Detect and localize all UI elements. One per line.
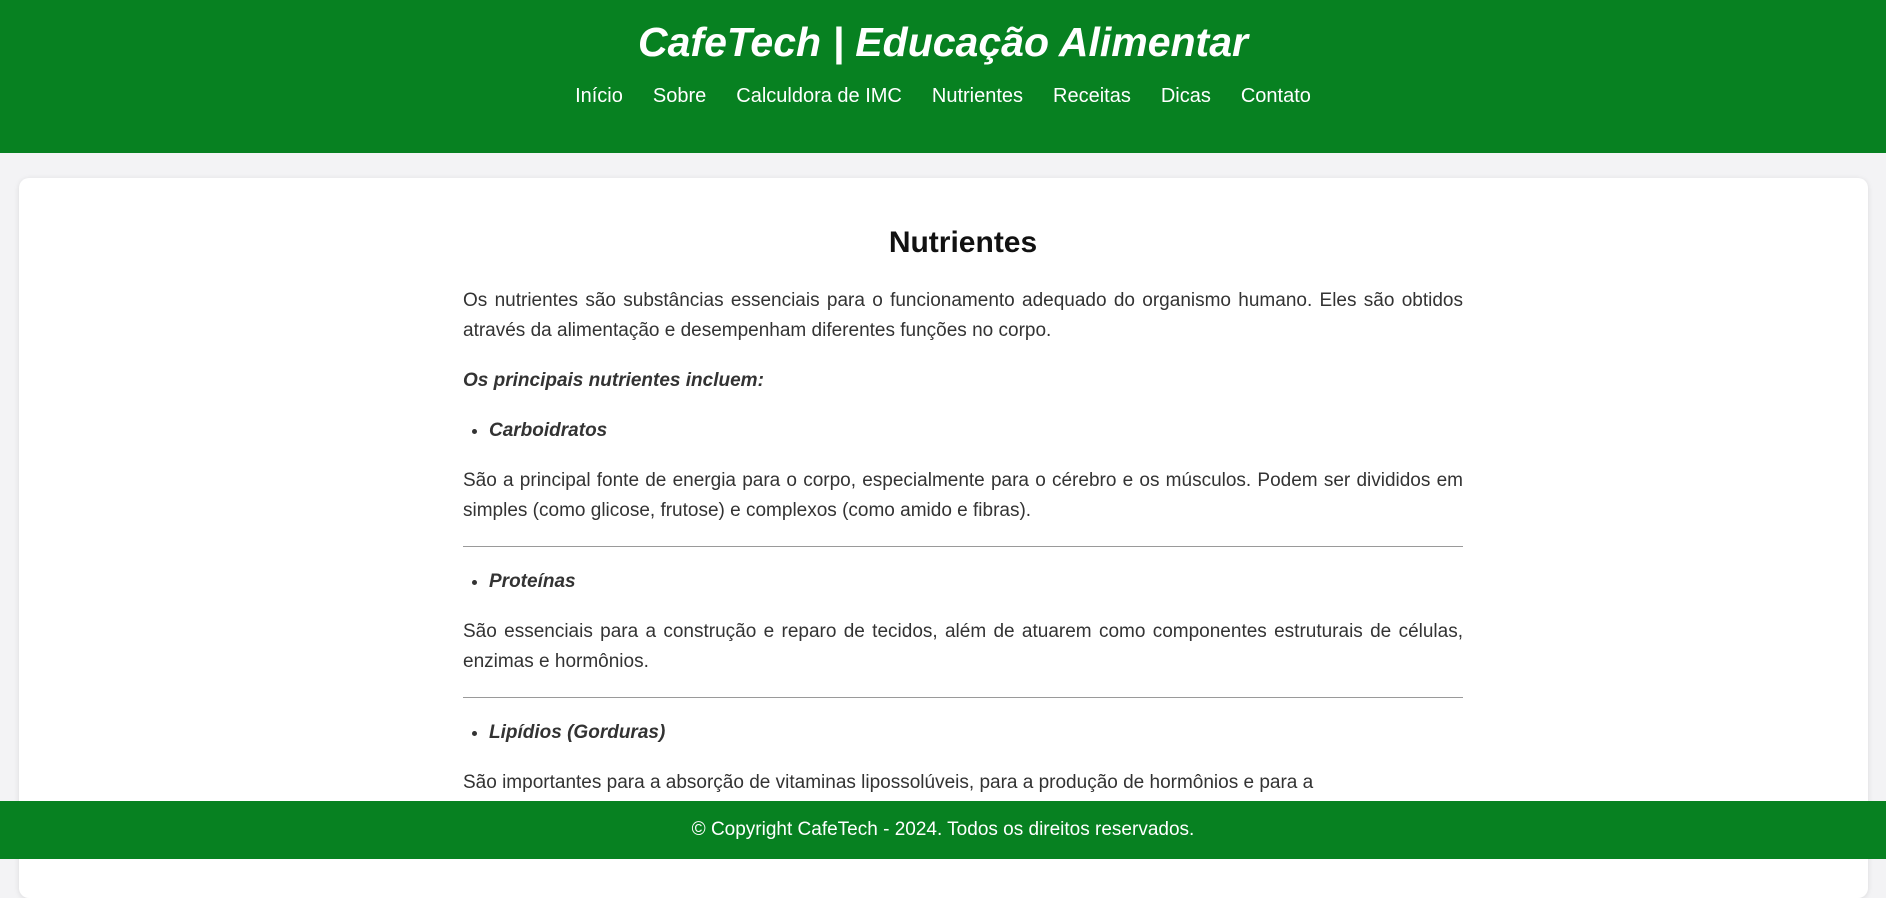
- intro-paragraph: Os nutrientes são substâncias essenciais…: [463, 290, 1463, 341]
- nutrient-item-carboidratos: Carboidratos: [463, 416, 1463, 446]
- nav-link-sobre[interactable]: Sobre: [653, 83, 706, 109]
- nutrient-name: Proteínas: [489, 567, 1463, 597]
- site-title: CafeTech | Educação Alimentar: [638, 19, 1248, 65]
- nav-link-dicas[interactable]: Dicas: [1161, 83, 1211, 109]
- nutrient-item-lipidios: Lipídios (Gorduras): [463, 718, 1463, 748]
- nav-link-nutrientes[interactable]: Nutrientes: [932, 83, 1023, 109]
- content-card: Nutrientes Os nutrientes são substâncias…: [19, 178, 1868, 898]
- page-heading: Nutrientes: [888, 226, 1038, 259]
- nav-link-receitas[interactable]: Receitas: [1053, 83, 1131, 109]
- divider: [463, 697, 1463, 698]
- list-heading: Os principais nutrientes incluem:: [463, 370, 764, 391]
- main-nav: Início Sobre Calculdora de IMC Nutriente…: [0, 83, 1886, 109]
- nav-link-calculadora-imc[interactable]: Calculdora de IMC: [736, 83, 902, 109]
- site-header: CafeTech | Educação Alimentar Início Sob…: [0, 0, 1886, 153]
- copyright-text: © Copyright CafeTech - 2024. Todos os di…: [691, 819, 1195, 840]
- nav-link-inicio[interactable]: Início: [575, 83, 623, 109]
- nav-link-contato[interactable]: Contato: [1241, 83, 1311, 109]
- nutrient-description: São a principal fonte de energia para o …: [463, 470, 1463, 521]
- nutrient-description: São essenciais para a construção e repar…: [463, 621, 1463, 672]
- nutrient-description: São importantes para a absorção de vitam…: [463, 772, 1314, 793]
- nutrients-article: Nutrientes Os nutrientes são substâncias…: [463, 224, 1463, 818]
- divider: [463, 546, 1463, 547]
- site-footer: © Copyright CafeTech - 2024. Todos os di…: [0, 801, 1886, 859]
- nutrient-item-proteinas: Proteínas: [463, 567, 1463, 597]
- nutrient-name: Carboidratos: [489, 416, 1463, 446]
- nutrient-name: Lipídios (Gorduras): [489, 718, 1463, 748]
